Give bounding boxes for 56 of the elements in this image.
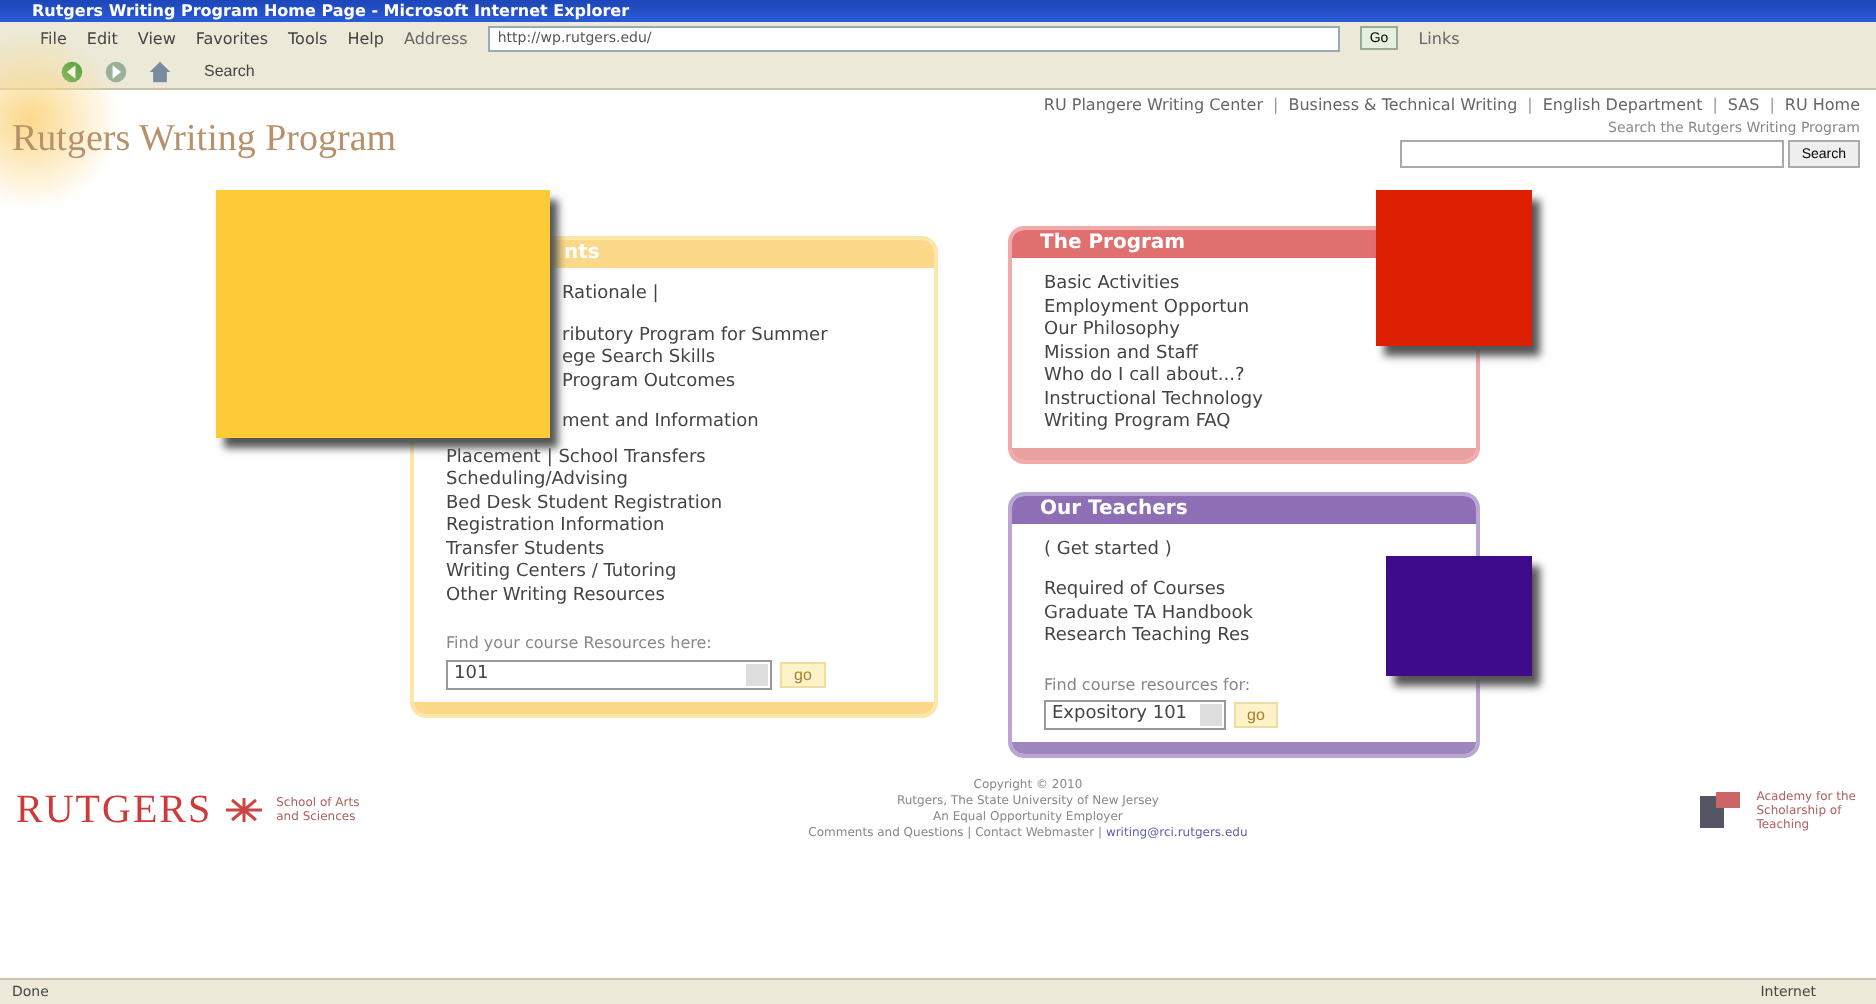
nav-link[interactable]: Business & Technical Writing — [1288, 96, 1518, 114]
nav-link[interactable]: RU Plangere Writing Center — [1043, 96, 1264, 114]
menu-link[interactable]: Transfer Students — [446, 539, 605, 562]
academy-logo-icon — [1696, 788, 1745, 832]
menu-link[interactable]: Instructional Technology — [1044, 389, 1263, 412]
menu-link[interactable]: Basic Activities — [1044, 274, 1180, 297]
menu-item[interactable]: Help — [347, 29, 384, 47]
menu-link[interactable]: ributory Program for Summer — [562, 325, 828, 348]
find-label: Find your course Resources here: — [446, 632, 714, 655]
menu-link[interactable]: Writing Program FAQ — [1044, 412, 1231, 435]
find-label: Find course resources for: — [1044, 673, 1253, 696]
window-title: Rutgers Writing Program Home Page - Microsoft Internet Explorer — [32, 2, 630, 20]
back-icon[interactable] — [60, 59, 84, 83]
menu-link[interactable]: Who do I call about...? — [1044, 366, 1245, 389]
course-select[interactable]: Expository 101 — [1044, 700, 1226, 730]
menu-link[interactable]: Rationale | — [562, 284, 659, 307]
menu-item[interactable]: View — [137, 29, 176, 47]
home-icon[interactable] — [148, 59, 172, 83]
menu-link[interactable]: Other Writing Resources — [446, 585, 665, 608]
link-separator: | — [1769, 96, 1775, 114]
nav-link[interactable]: English Department — [1542, 96, 1703, 114]
menu-link[interactable]: Bed Desk Student Registration — [446, 493, 723, 516]
menu-link[interactable]: ( Get started ) — [1044, 539, 1172, 562]
menu-link[interactable]: Scheduling/Advising — [446, 470, 628, 493]
menu-link[interactable]: Mission and Staff — [1044, 343, 1198, 366]
search-button[interactable]: Search — [192, 60, 267, 82]
menu-link[interactable]: Our Philosophy — [1044, 320, 1180, 343]
menu-item[interactable]: Edit — [86, 29, 118, 47]
rutgers-logo[interactable]: RUTGERS — [16, 787, 213, 833]
star-icon — [224, 796, 265, 824]
menu-link[interactable]: ege Search Skills — [562, 348, 716, 371]
menu-link[interactable]: Research Teaching Res — [1044, 626, 1250, 649]
menu-link[interactable]: Placement | School Transfers — [446, 447, 706, 470]
link-separator: | — [1527, 96, 1533, 114]
menu-link[interactable]: Writing Centers / Tutoring — [446, 562, 677, 585]
address-label: Address — [403, 29, 468, 47]
menu-link[interactable]: Employment Opportun — [1044, 297, 1250, 320]
link-separator: | — [1712, 96, 1718, 114]
card-heading: The Program — [1040, 232, 1186, 254]
search-field[interactable] — [1399, 140, 1784, 168]
course-select[interactable]: 101 — [446, 659, 772, 689]
menu-item[interactable]: Favorites — [195, 29, 269, 47]
menu-item[interactable]: File — [40, 29, 67, 47]
nav-link[interactable]: RU Home — [1784, 96, 1860, 114]
menu-link[interactable]: Required of Courses — [1044, 580, 1226, 603]
links-label[interactable]: Links — [1418, 29, 1460, 47]
forward-icon[interactable] — [104, 59, 128, 83]
menu-link[interactable]: Registration Information — [446, 516, 665, 539]
menu-link[interactable]: ment and Information — [562, 412, 759, 435]
menu-link[interactable]: Graduate TA Handbook — [1044, 603, 1254, 626]
card-heading: Our Teachers — [1040, 497, 1188, 519]
card-heading: nts — [564, 242, 600, 264]
nav-link[interactable]: SAS — [1727, 96, 1760, 114]
link-separator: | — [1273, 96, 1279, 114]
menu-item[interactable]: Tools — [288, 29, 328, 47]
menu-link[interactable]: Program Outcomes — [562, 371, 736, 394]
